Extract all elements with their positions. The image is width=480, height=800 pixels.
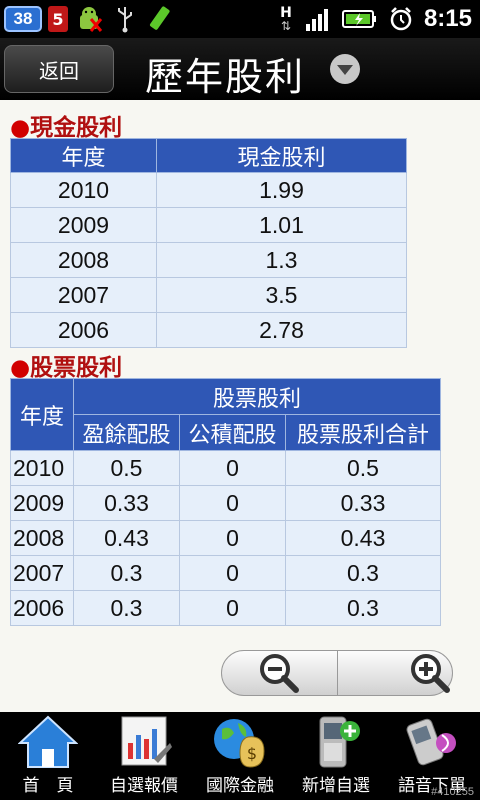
value-cell: 2.78: [156, 312, 407, 348]
year-cell: 2007: [10, 555, 74, 591]
signal-strength-icon: [304, 4, 334, 34]
reserve-cell: 0: [179, 485, 286, 521]
battery-icon: [341, 4, 378, 34]
table-row: 2006 2.78: [10, 312, 407, 348]
reserve-cell: 0: [179, 450, 286, 486]
year-cell: 2006: [10, 590, 74, 626]
total-cell: 0.5: [285, 450, 441, 486]
value-cell: 1.01: [156, 207, 407, 243]
table-row: 2009 1.01: [10, 207, 407, 243]
usb-icon: [110, 4, 140, 34]
year-cell: 2009: [10, 485, 74, 521]
zoom-out-icon: [260, 654, 300, 693]
earnings-cell: 0.3: [73, 590, 180, 626]
value-cell: 3.5: [156, 277, 407, 313]
column-header-reserve-distribution: 公積配股: [179, 414, 286, 451]
earnings-cell: 0.33: [73, 485, 180, 521]
total-cell: 0.43: [285, 520, 441, 556]
year-cell: 2008: [10, 520, 74, 556]
total-cell: 0.3: [285, 590, 441, 626]
bottom-nav: 首 頁 自選報價 $ 國際金融 新增自選 語音下單 #410255: [0, 712, 480, 800]
zoom-in-icon: [410, 654, 450, 693]
zoom-out-button[interactable]: [222, 651, 338, 695]
column-header-cash-dividend: 現金股利: [156, 138, 407, 173]
table-row: 2010 0.5 0 0.5: [10, 450, 441, 486]
reserve-cell: 0: [179, 520, 286, 556]
total-cell: 0.3: [285, 555, 441, 591]
voice-phone-icon: [400, 712, 464, 769]
nav-label: 新增自選: [302, 776, 370, 796]
cash-dividend-table: 年度 現金股利 2010 1.99 2009 1.01 2008 1.3 2007 3.…: [10, 138, 407, 348]
back-button[interactable]: 返回: [4, 45, 114, 93]
year-cell: 2009: [10, 207, 157, 243]
table-row: 2007 0.3 0 0.3: [10, 555, 441, 591]
nav-item-add-watchlist[interactable]: 新增自選: [288, 712, 384, 800]
home-icon: [16, 712, 80, 769]
nav-item-watchlist-quotes[interactable]: 自選報價: [96, 712, 192, 800]
phone-add-icon: [304, 712, 368, 769]
column-header-year: 年度: [10, 138, 157, 173]
table-row: 2008 0.43 0 0.43: [10, 520, 441, 556]
earnings-cell: 0.43: [73, 520, 180, 556]
value-cell: 1.99: [156, 172, 407, 208]
zoom-controls: [221, 650, 453, 696]
earnings-cell: 0.3: [73, 555, 180, 591]
value-cell: 1.3: [156, 242, 407, 278]
title-bar: 返回 歷年股利: [0, 38, 480, 100]
nav-label: 國際金融: [206, 776, 274, 796]
cash-dividend-section-title: ●現金股利: [10, 115, 123, 141]
table-row: 2009 0.33 0 0.33: [10, 485, 441, 521]
alarm-clock-icon: [386, 4, 416, 34]
page-title: 歷年股利: [145, 55, 306, 99]
total-cell: 0.33: [285, 485, 441, 521]
status-clock: 8:15: [423, 5, 472, 32]
globe-money-icon: $: [208, 712, 272, 769]
column-header-earnings-distribution: 盈餘配股: [73, 414, 180, 451]
chevron-down-icon[interactable]: [329, 53, 361, 85]
notification-count-badge: 38: [4, 6, 42, 32]
content-area: ●現金股利 年度 現金股利 2010 1.99 2009 1.01 2008 1.3 …: [0, 100, 480, 712]
zoom-in-button[interactable]: [338, 651, 453, 695]
nav-label: 自選報價: [110, 776, 178, 796]
nav-item-international-finance[interactable]: $ 國際金融: [192, 712, 288, 800]
column-header-stock-dividend-total: 股票股利合計: [285, 414, 441, 451]
android-icon: [74, 4, 104, 34]
table-row: 2010 1.99: [10, 172, 407, 208]
table-row: 2006 0.3 0 0.3: [10, 590, 441, 626]
year-cell: 2010: [10, 172, 157, 208]
year-cell: 2006: [10, 312, 157, 348]
chart-icon: [112, 712, 176, 769]
year-cell: 2008: [10, 242, 157, 278]
watermark: #410255: [431, 786, 474, 798]
year-cell: 2007: [10, 277, 157, 313]
svg-text:$: $: [247, 744, 257, 763]
earnings-cell: 0.5: [73, 450, 180, 486]
battery-charging-icon: [146, 4, 176, 34]
column-header-year: 年度: [10, 378, 74, 451]
nav-label: 首 頁: [22, 776, 74, 796]
column-group-header-stock-dividend: 股票股利: [73, 378, 441, 415]
stock-dividend-table: 年度 股票股利 盈餘配股 公積配股 股票股利合計 2010 0.5 0 0.5 200…: [10, 378, 441, 626]
year-cell: 2010: [10, 450, 74, 486]
reserve-cell: 0: [179, 590, 286, 626]
network-type-icon: H ⇅: [280, 5, 292, 33]
table-row: 2008 1.3: [10, 242, 407, 278]
status-bar: 38 5 H ⇅ 8:15: [0, 0, 480, 38]
nav-item-home[interactable]: 首 頁: [0, 712, 96, 800]
stock-dividend-section-title: ●股票股利: [10, 355, 123, 381]
table-row: 2007 3.5: [10, 277, 407, 313]
reserve-cell: 0: [179, 555, 286, 591]
notification-s-icon: 5: [48, 6, 68, 32]
